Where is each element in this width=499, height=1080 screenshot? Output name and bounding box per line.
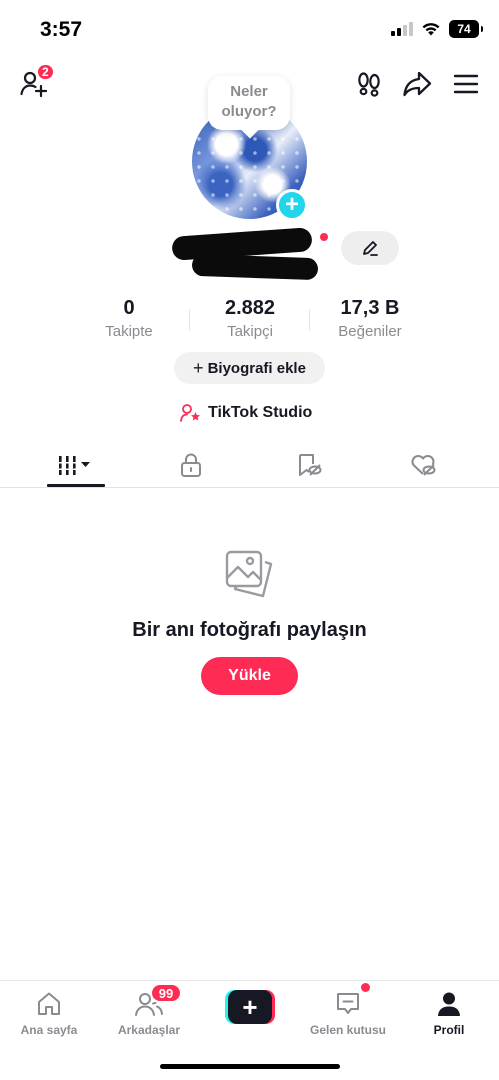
- add-bio-label: Biyografi ekle: [207, 359, 306, 377]
- grid-icon: [59, 456, 90, 475]
- wifi-icon: [422, 23, 440, 36]
- nav-inbox[interactable]: Gelen kutusu: [303, 989, 393, 1037]
- share-arrow-icon: [403, 71, 432, 97]
- status-bubble[interactable]: Neler oluyor?: [208, 76, 290, 130]
- status-time: 3:57: [40, 18, 83, 41]
- photo-gallery-icon: [225, 550, 273, 598]
- stat-divider: [189, 309, 190, 331]
- followers-count: 2.882: [224, 297, 276, 319]
- heart-hidden-icon: [411, 455, 436, 476]
- friend-requests-badge: 2: [36, 63, 55, 81]
- creator-star-icon: [180, 404, 200, 422]
- lock-icon: [181, 453, 201, 477]
- followers-stat[interactable]: 2.882 Takipçi: [210, 297, 290, 340]
- likes-count: 17,3 B: [340, 297, 400, 319]
- tiktok-studio-link[interactable]: TikTok Studio: [180, 401, 312, 425]
- bubble-line-1: Neler: [230, 83, 268, 100]
- likes-label: Beğeniler: [338, 323, 402, 340]
- home-icon: [38, 992, 60, 1015]
- nav-inbox-label: Gelen kutusu: [309, 1023, 386, 1037]
- tab-private[interactable]: [162, 450, 220, 480]
- nav-home[interactable]: Ana sayfa: [4, 989, 94, 1037]
- inbox-notification-dot: [361, 983, 370, 992]
- plus-icon: +: [228, 990, 272, 1024]
- empty-state-title: Bir anı fotoğrafı paylaşın: [132, 619, 367, 641]
- redacted-username: [171, 227, 320, 284]
- bubble-line-2: oluyor?: [221, 103, 277, 120]
- likes-stat[interactable]: 17,3 B Beğeniler: [328, 297, 412, 340]
- tiktok-studio-label: TikTok Studio: [208, 404, 313, 421]
- menu-button[interactable]: [450, 68, 482, 100]
- cellular-signal-icon: [391, 22, 413, 36]
- nav-profile[interactable]: Profil: [404, 989, 494, 1037]
- home-indicator: [160, 1064, 340, 1069]
- followers-label: Takipçi: [227, 323, 273, 340]
- tab-videos[interactable]: [47, 450, 105, 480]
- following-label: Takipte: [105, 323, 153, 340]
- status-indicators: 74: [391, 20, 483, 38]
- tab-liked[interactable]: [394, 450, 452, 480]
- friends-badge: 99: [150, 983, 182, 1003]
- content-tabs: [0, 440, 499, 488]
- nav-friends-label: Arkadaşlar: [117, 1023, 181, 1037]
- status-bar: 3:57 74: [0, 0, 499, 56]
- footprint-icon: [358, 72, 380, 97]
- following-stat[interactable]: 0 Takipte: [94, 297, 164, 340]
- add-avatar-button[interactable]: +: [276, 189, 308, 221]
- profile-stats: 0 Takipte 2.882 Takipçi 17,3 B Beğeniler: [0, 297, 499, 347]
- nav-profile-label: Profil: [433, 1023, 465, 1037]
- profile-icon: [438, 992, 460, 1016]
- active-tab-indicator: [47, 484, 105, 487]
- edit-profile-button[interactable]: [341, 231, 399, 265]
- battery-indicator: 74: [449, 20, 483, 38]
- pencil-icon: [363, 241, 378, 256]
- nav-home-label: Ana sayfa: [20, 1023, 78, 1037]
- add-bio-button[interactable]: + Biyografi ekle: [174, 352, 325, 384]
- share-profile-button[interactable]: [400, 68, 434, 100]
- notification-dot: [320, 233, 328, 241]
- hamburger-menu-icon: [453, 74, 479, 94]
- stat-divider: [309, 309, 310, 331]
- inbox-icon: [337, 993, 359, 1014]
- create-button[interactable]: +: [225, 990, 275, 1024]
- following-count: 0: [123, 297, 135, 319]
- plus-icon: +: [193, 357, 204, 378]
- bookmark-hidden-icon: [299, 454, 322, 476]
- upload-button[interactable]: Yükle: [201, 657, 298, 695]
- profile-views-button[interactable]: [353, 68, 385, 100]
- tab-saved[interactable]: [280, 450, 338, 480]
